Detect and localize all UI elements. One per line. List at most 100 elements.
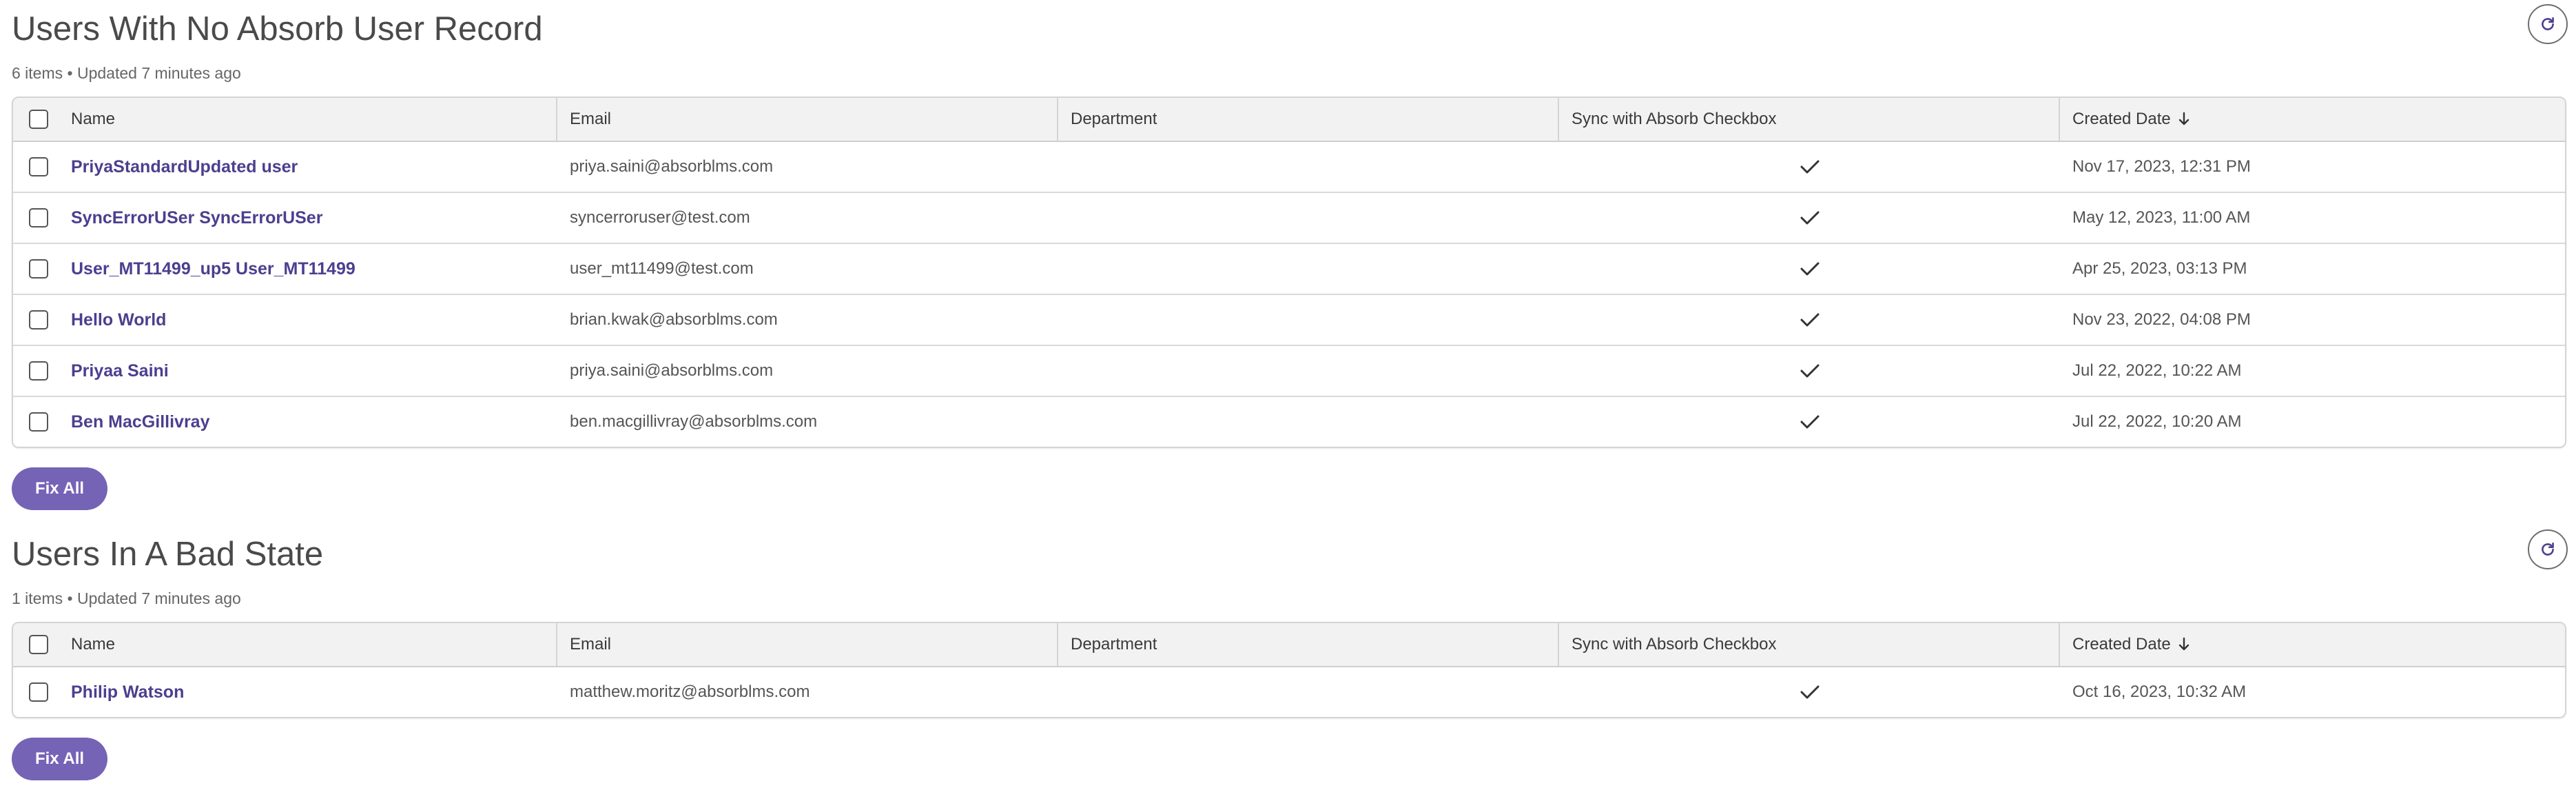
- email-cell: priya.saini@absorblms.com: [557, 142, 1058, 192]
- user-name-link[interactable]: Philip Watson: [71, 682, 184, 702]
- created-date: Nov 17, 2023, 12:31 PM: [2072, 157, 2251, 176]
- refresh-icon: [2542, 543, 2554, 556]
- column-header-sync[interactable]: Sync with Absorb Checkbox: [1559, 623, 2060, 666]
- page: Users With No Absorb User Record 6 items…: [12, 1, 2568, 780]
- user-email: user_mt11499@test.com: [570, 259, 754, 278]
- section-no-absorb-record: Users With No Absorb User Record 6 items…: [12, 1, 2568, 510]
- section-title: Users With No Absorb User Record: [12, 10, 543, 48]
- table-body: Philip Watson matthew.moritz@absorblms.co…: [13, 667, 2565, 717]
- row-select-cell: [13, 295, 64, 345]
- table-header: Name Email Department Sync with Absorb C…: [13, 98, 2565, 142]
- table-body: PriyaStandardUpdated user priya.saini@abs…: [13, 142, 2565, 447]
- row-checkbox[interactable]: [29, 259, 48, 278]
- refresh-button[interactable]: [2528, 529, 2568, 569]
- column-header-sync[interactable]: Sync with Absorb Checkbox: [1559, 98, 2060, 141]
- user-email: priya.saini@absorblms.com: [570, 361, 774, 380]
- header-select-cell: [13, 623, 64, 666]
- user-name-link[interactable]: Priyaa Saini: [71, 361, 169, 381]
- user-name-link[interactable]: Ben MacGillivray: [71, 412, 209, 432]
- table-row: Ben MacGillivray ben.macgillivray@absorbl…: [13, 396, 2565, 447]
- fix-all-button[interactable]: Fix All: [12, 467, 107, 510]
- section-meta: 6 items • Updated 7 minutes ago: [12, 64, 241, 82]
- sync-cell: [1559, 346, 2060, 396]
- user-name-link[interactable]: PriyaStandardUpdated user: [71, 157, 298, 177]
- column-header-created-date[interactable]: Created Date: [2060, 623, 2565, 666]
- sync-cell: [1559, 295, 2060, 345]
- users-table: Name Email Department Sync with Absorb C…: [12, 622, 2566, 718]
- row-select-cell: [13, 142, 64, 192]
- refresh-icon: [2542, 17, 2554, 30]
- name-cell: Ben MacGillivray: [64, 397, 557, 447]
- row-select-cell: [13, 397, 64, 447]
- name-cell: User_MT11499_up5 User_MT11499: [64, 244, 557, 294]
- select-all-checkbox[interactable]: [29, 110, 48, 129]
- name-cell: Hello World: [64, 295, 557, 345]
- sync-cell: [1559, 397, 2060, 447]
- column-header-department[interactable]: Department: [1058, 98, 1559, 141]
- created-date-cell: Jul 22, 2022, 10:22 AM: [2060, 346, 2565, 396]
- column-header-name[interactable]: Name: [64, 623, 557, 666]
- check-icon: [1800, 211, 1819, 225]
- section-meta: 1 items • Updated 7 minutes ago: [12, 589, 241, 607]
- user-email: ben.macgillivray@absorblms.com: [570, 412, 818, 431]
- row-checkbox[interactable]: [29, 310, 48, 330]
- column-header-email[interactable]: Email: [557, 98, 1058, 141]
- created-date: Nov 23, 2022, 04:08 PM: [2072, 310, 2251, 329]
- column-header-created-label: Created Date: [2072, 635, 2171, 654]
- refresh-button[interactable]: [2528, 4, 2568, 44]
- select-all-checkbox[interactable]: [29, 635, 48, 654]
- email-cell: user_mt11499@test.com: [557, 244, 1058, 294]
- department-cell: [1058, 397, 1559, 447]
- row-checkbox[interactable]: [29, 208, 48, 227]
- department-cell: [1058, 346, 1559, 396]
- check-icon: [1800, 262, 1819, 276]
- row-select-cell: [13, 244, 64, 294]
- check-icon: [1800, 313, 1819, 327]
- user-name-link[interactable]: Hello World: [71, 310, 166, 330]
- column-header-created-label: Created Date: [2072, 110, 2171, 128]
- users-table: Name Email Department Sync with Absorb C…: [12, 97, 2566, 448]
- name-cell: SyncErrorUSer SyncErrorUSer: [64, 193, 557, 243]
- email-cell: priya.saini@absorblms.com: [557, 346, 1058, 396]
- row-select-cell: [13, 193, 64, 243]
- created-date-cell: Jul 22, 2022, 10:20 AM: [2060, 397, 2565, 447]
- sync-cell: [1559, 142, 2060, 192]
- email-cell: ben.macgillivray@absorblms.com: [557, 397, 1058, 447]
- column-header-name[interactable]: Name: [64, 98, 557, 141]
- table-row: User_MT11499_up5 User_MT11499 user_mt1149…: [13, 243, 2565, 294]
- sync-cell: [1559, 244, 2060, 294]
- check-icon: [1800, 364, 1819, 378]
- table-row: Priyaa Saini priya.saini@absorblms.com Jul…: [13, 345, 2565, 396]
- user-email: syncerroruser@test.com: [570, 208, 750, 227]
- row-checkbox[interactable]: [29, 361, 48, 381]
- user-name-link[interactable]: SyncErrorUSer SyncErrorUSer: [71, 208, 322, 228]
- email-cell: syncerroruser@test.com: [557, 193, 1058, 243]
- user-email: brian.kwak@absorblms.com: [570, 310, 778, 329]
- fix-all-button[interactable]: Fix All: [12, 738, 107, 780]
- row-checkbox[interactable]: [29, 157, 48, 176]
- check-icon: [1800, 415, 1819, 429]
- department-cell: [1058, 295, 1559, 345]
- row-select-cell: [13, 667, 64, 717]
- column-header-email[interactable]: Email: [557, 623, 1058, 666]
- created-date: Jul 22, 2022, 10:22 AM: [2072, 361, 2242, 380]
- row-checkbox[interactable]: [29, 412, 48, 432]
- name-cell: Priyaa Saini: [64, 346, 557, 396]
- check-icon: [1800, 685, 1819, 699]
- arrow-down-icon: [2178, 112, 2190, 127]
- user-name-link[interactable]: User_MT11499_up5 User_MT11499: [71, 259, 356, 279]
- column-header-created-date[interactable]: Created Date: [2060, 98, 2565, 141]
- section-title: Users In A Bad State: [12, 536, 324, 573]
- sync-cell: [1559, 667, 2060, 717]
- created-date: May 12, 2023, 11:00 AM: [2072, 208, 2251, 227]
- table-row: Philip Watson matthew.moritz@absorblms.co…: [13, 667, 2565, 717]
- column-header-department[interactable]: Department: [1058, 623, 1559, 666]
- created-date: Oct 16, 2023, 10:32 AM: [2072, 682, 2247, 701]
- department-cell: [1058, 193, 1559, 243]
- name-cell: Philip Watson: [64, 667, 557, 717]
- section-bad-state: Users In A Bad State 1 items • Updated 7…: [12, 527, 2568, 780]
- table-row: PriyaStandardUpdated user priya.saini@abs…: [13, 142, 2565, 192]
- row-checkbox[interactable]: [29, 682, 48, 702]
- created-date-cell: Apr 25, 2023, 03:13 PM: [2060, 244, 2565, 294]
- email-cell: matthew.moritz@absorblms.com: [557, 667, 1058, 717]
